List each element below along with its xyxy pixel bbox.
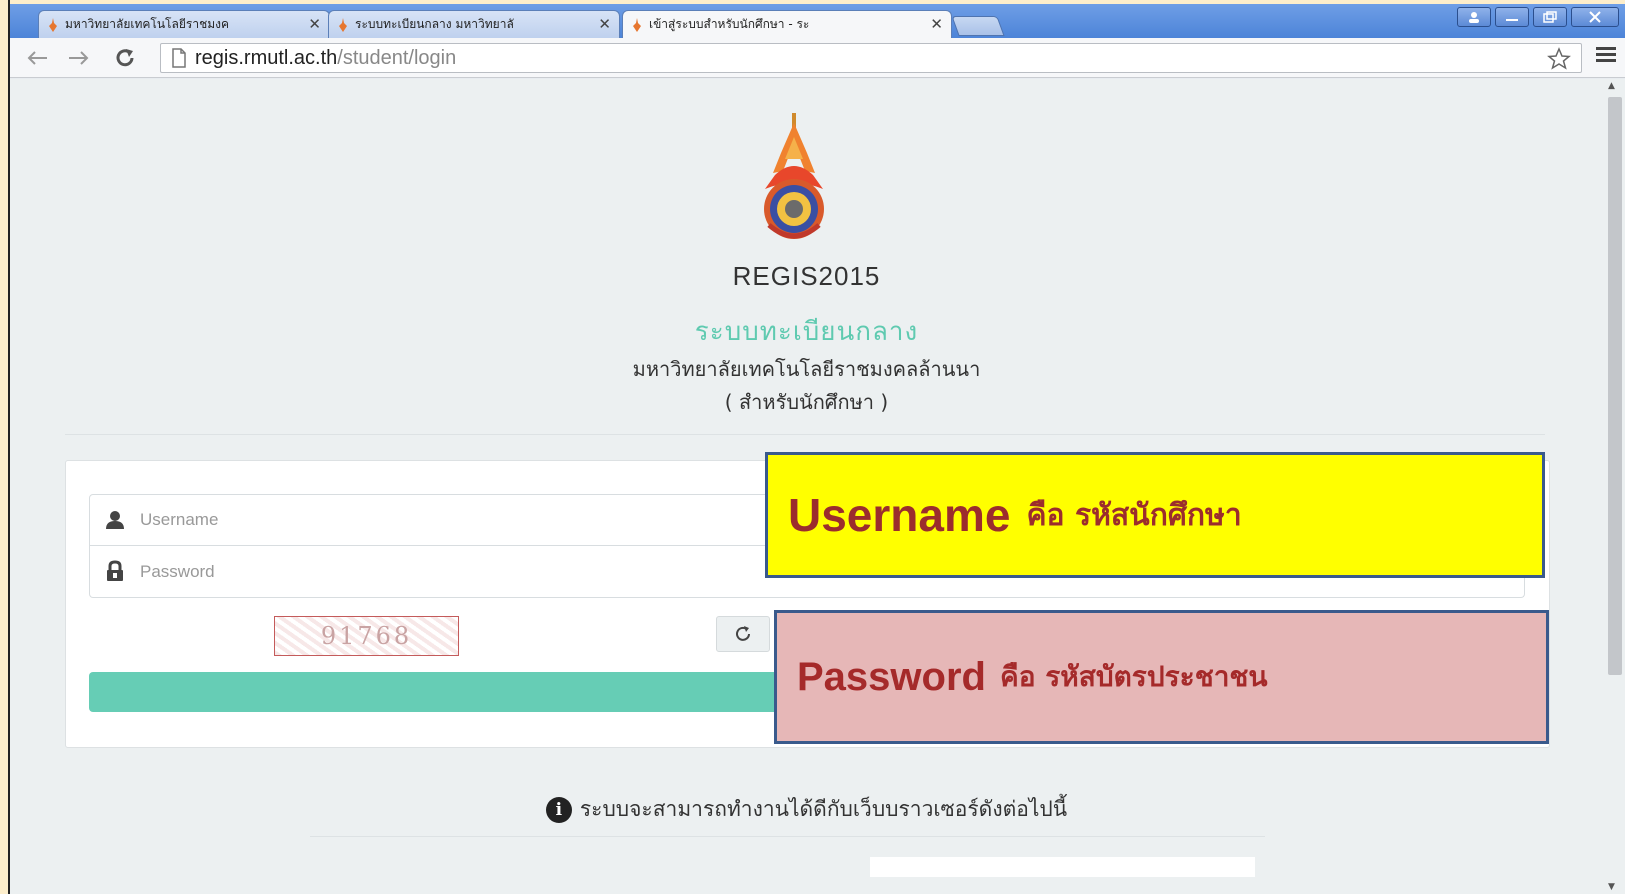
address-bar[interactable]: regis.rmutl.ac.th/student/login (160, 43, 1582, 73)
minimize-icon[interactable] (1495, 7, 1529, 27)
refresh-icon (736, 626, 750, 641)
tab-title: เข้าสู่ระบบสำหรับนักศึกษา - ระ (649, 17, 810, 31)
captcha-image: 91768 (274, 616, 459, 656)
username-callout: Username คือ รหัสนักศึกษา (765, 452, 1545, 578)
tab-3-active[interactable]: เข้าสู่ระบบสำหรับนักศึกษา - ระ ✕ (622, 10, 952, 38)
window-controls (1457, 7, 1619, 27)
restore-icon[interactable] (1533, 7, 1567, 27)
university-favicon-icon (339, 18, 347, 32)
page-icon (172, 48, 186, 68)
url-host: regis.rmutl.ac.th (195, 46, 338, 69)
user-icon (106, 511, 124, 529)
browser-list-card (870, 857, 1255, 877)
username-placeholder: Username (140, 510, 219, 529)
star-icon[interactable] (1547, 47, 1571, 71)
password-callout-desc: คือ รหัสบัตรประชาชน (999, 660, 1268, 693)
browser-support-note: i ระบบจะสามารถทำงานได้ดีกับเว็บบราวเซอร์ด… (10, 793, 1603, 826)
university-name: มหาวิทยาลัยเทคโนโลยีราชมงคลล้านนา (632, 357, 981, 381)
refresh-captcha-button[interactable] (716, 616, 770, 652)
tab-close-icon[interactable]: ✕ (930, 15, 943, 33)
password-placeholder: Password (140, 561, 215, 581)
scroll-thumb[interactable] (1608, 97, 1622, 675)
new-tab-button[interactable] (951, 16, 1005, 36)
url-path: /student/login (337, 46, 457, 69)
title-bar: มหาวิทยาลัยเทคโนโลยีราชมงค ✕ ระบบทะเบียน… (10, 4, 1625, 38)
university-emblem-logo (764, 113, 824, 239)
tab-close-icon[interactable]: ✕ (598, 15, 611, 33)
scroll-up-icon[interactable]: ▲ (1608, 81, 1615, 91)
scroll-down-icon[interactable]: ▼ (1608, 882, 1615, 892)
vertical-scrollbar[interactable]: ▲ ▼ (1603, 79, 1625, 894)
tab-close-icon[interactable]: ✕ (308, 15, 321, 33)
browser-note-text: ระบบจะสามารถทำงานได้ดีกับเว็บบราวเซอร์ดั… (579, 797, 1068, 821)
password-callout: Password คือ รหัสบัตรประชาชน (774, 610, 1549, 744)
browser-window: มหาวิทยาลัยเทคโนโลยีราชมงค ✕ ระบบทะเบียน… (10, 4, 1625, 894)
browser-toolbar: regis.rmutl.ac.th/student/login (10, 38, 1625, 78)
divider (310, 836, 1265, 837)
tab-title: มหาวิทยาลัยเทคโนโลยีราชมงค (65, 17, 230, 31)
university-favicon-icon (633, 18, 641, 32)
profile-icon[interactable] (1457, 7, 1491, 27)
password-callout-key: Password (797, 654, 986, 699)
divider (65, 434, 1545, 435)
tab-title: ระบบทะเบียนกลาง มหาวิทยาลั (355, 17, 514, 31)
university-favicon-icon (49, 18, 57, 32)
info-icon: i (545, 797, 572, 823)
reload-icon[interactable] (112, 46, 138, 70)
back-arrow-icon[interactable] (24, 46, 50, 70)
system-name: REGIS2015 (732, 261, 881, 291)
close-window-icon[interactable] (1571, 7, 1619, 27)
lock-icon (107, 560, 123, 581)
tab-1[interactable]: มหาวิทยาลัยเทคโนโลยีราชมงค ✕ (38, 10, 330, 38)
tab-2[interactable]: ระบบทะเบียนกลาง มหาวิทยาลั ✕ (328, 10, 620, 38)
page-title: ระบบทะเบียนกลาง (694, 317, 919, 347)
username-callout-desc: คือ รหัสนักศึกษา (1026, 497, 1242, 533)
menu-icon[interactable] (1595, 44, 1617, 69)
forward-arrow-icon[interactable] (66, 46, 92, 70)
audience-label: ( สำหรับนักศึกษา ) (724, 390, 889, 414)
username-callout-key: Username (788, 489, 1011, 541)
